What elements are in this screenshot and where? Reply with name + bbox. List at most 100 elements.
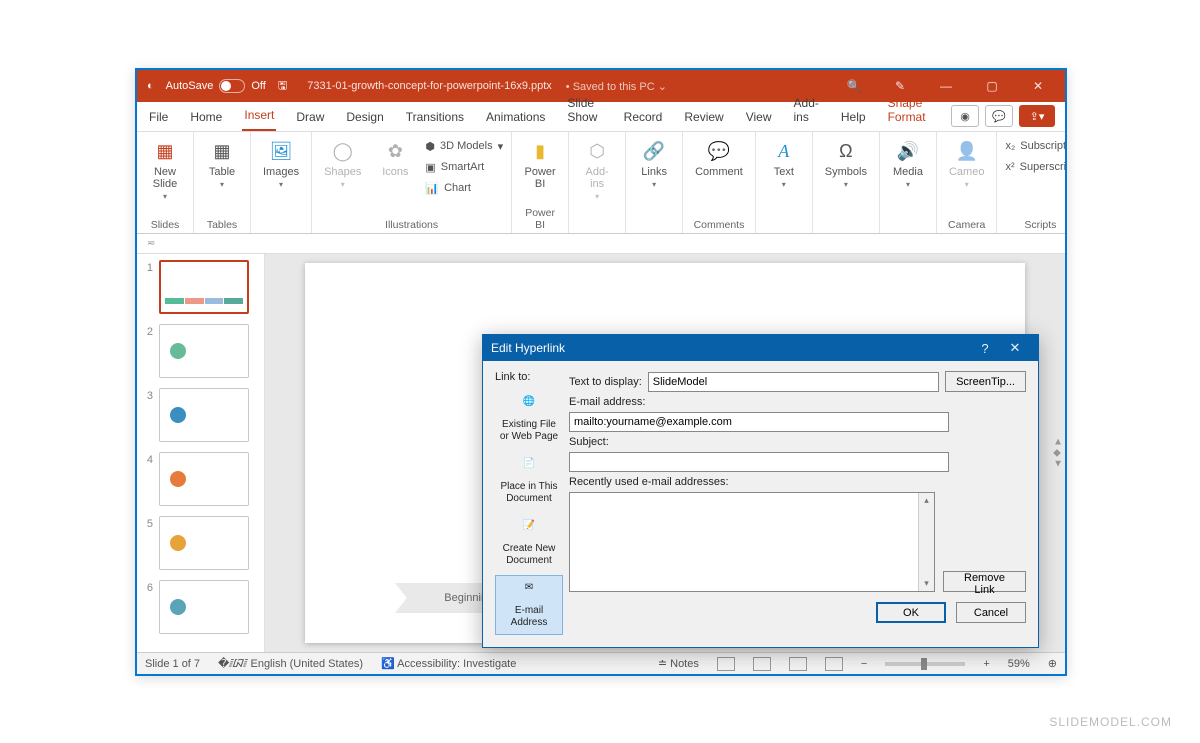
text-button[interactable]: AText▾ bbox=[764, 136, 804, 191]
table-icon: ▦ bbox=[209, 138, 235, 164]
group-label-addins-empty bbox=[577, 229, 617, 231]
remove-link-button[interactable]: Remove Link bbox=[943, 571, 1026, 592]
icons-button[interactable]: ✿Icons bbox=[375, 136, 415, 180]
symbols-button[interactable]: ΩSymbols▾ bbox=[821, 136, 871, 191]
tab-animations[interactable]: Animations bbox=[484, 104, 547, 131]
new-slide-icon: ▦ bbox=[152, 138, 178, 164]
tab-design[interactable]: Design bbox=[344, 104, 385, 131]
thumbnail-2[interactable]: 2 bbox=[143, 324, 264, 378]
tab-slideshow[interactable]: Slide Show bbox=[565, 90, 603, 131]
cancel-button[interactable]: Cancel bbox=[956, 602, 1026, 623]
linkto-create-new[interactable]: 📝Create New Document bbox=[495, 513, 563, 573]
chart-button[interactable]: 📊Chart bbox=[425, 178, 503, 198]
zoom-out-icon[interactable]: − bbox=[861, 658, 867, 670]
smartart-button[interactable]: ▣SmartArt bbox=[425, 157, 503, 177]
tab-review[interactable]: Review bbox=[682, 104, 725, 131]
tab-draw[interactable]: Draw bbox=[294, 104, 326, 131]
tab-addins[interactable]: Add-ins bbox=[792, 90, 821, 131]
subscript-button[interactable]: x₂ Subscript bbox=[1005, 136, 1065, 156]
thumbnail-3[interactable]: 3 bbox=[143, 388, 264, 442]
superscript-button[interactable]: x² Superscript bbox=[1005, 157, 1065, 177]
thumbnail-6[interactable]: 6 bbox=[143, 580, 264, 634]
accessibility-status[interactable]: ♿ Accessibility: Investigate bbox=[381, 657, 516, 670]
maximize-icon[interactable]: ▢ bbox=[975, 70, 1009, 102]
canvas-scroll-arrows[interactable]: ▲◆▼ bbox=[1053, 437, 1063, 470]
group-label-links-empty bbox=[634, 229, 674, 231]
dialog-close-icon[interactable]: ✕ bbox=[1000, 340, 1030, 356]
menu-bar: File Home Insert Draw Design Transitions… bbox=[137, 102, 1065, 132]
watermark: SLIDEMODEL.COM bbox=[1049, 715, 1172, 729]
table-button[interactable]: ▦Table▾ bbox=[202, 136, 242, 191]
normal-view-icon[interactable] bbox=[717, 657, 735, 671]
autosave-label: AutoSave bbox=[166, 80, 214, 92]
group-label-symbols-empty bbox=[821, 229, 871, 231]
subject-input[interactable] bbox=[569, 452, 949, 472]
linkto-existing-file[interactable]: 🌐Existing File or Web Page bbox=[495, 389, 563, 449]
minimize-icon[interactable]: — bbox=[929, 70, 963, 102]
powerbi-button[interactable]: ▮Power BI bbox=[520, 136, 560, 192]
toggle-icon[interactable] bbox=[219, 79, 245, 93]
dialog-help-icon[interactable]: ? bbox=[970, 341, 1000, 356]
tab-file[interactable]: File bbox=[147, 104, 170, 131]
comment-icon: 💬 bbox=[706, 138, 732, 164]
close-icon[interactable]: ✕ bbox=[1021, 70, 1055, 102]
zoom-value[interactable]: 59% bbox=[1008, 658, 1030, 670]
smartart-icon: ▣ bbox=[425, 161, 435, 174]
addins-button[interactable]: ⬡Add- ins▾ bbox=[577, 136, 617, 203]
tab-view[interactable]: View bbox=[744, 104, 774, 131]
thumbnail-4[interactable]: 4 bbox=[143, 452, 264, 506]
group-label-powerbi: Power BI bbox=[520, 205, 560, 231]
new-document-icon: 📝 bbox=[519, 520, 539, 540]
save-icon[interactable]: 🖫 bbox=[278, 77, 287, 96]
tab-insert[interactable]: Insert bbox=[242, 102, 276, 131]
tab-help[interactable]: Help bbox=[839, 104, 868, 131]
linkto-place-in-document[interactable]: 📄Place in This Document bbox=[495, 451, 563, 511]
new-slide-button[interactable]: ▦New Slide▾ bbox=[145, 136, 185, 203]
linkto-label: Link to: bbox=[495, 371, 530, 383]
tab-transitions[interactable]: Transitions bbox=[404, 104, 466, 131]
search-icon[interactable]: 🔍 bbox=[837, 70, 871, 102]
3d-models-button[interactable]: ⬢3D Models ▾ bbox=[425, 136, 503, 156]
ok-button[interactable]: OK bbox=[876, 602, 946, 623]
screentip-button[interactable]: ScreenTip... bbox=[945, 371, 1026, 392]
thumbnail-5[interactable]: 5 bbox=[143, 516, 264, 570]
dialog-title: Edit Hyperlink bbox=[491, 341, 565, 355]
language-status[interactable]: �᳇ English (United States) bbox=[218, 656, 363, 672]
thumbnail-1[interactable]: 1 bbox=[143, 260, 264, 314]
share-button[interactable]: ⇪▾ bbox=[1019, 105, 1055, 127]
images-button[interactable]: 🖼Images▾ bbox=[259, 136, 303, 191]
email-address-input[interactable] bbox=[569, 412, 949, 432]
dialog-titlebar[interactable]: Edit Hyperlink ? ✕ bbox=[483, 335, 1038, 361]
comments-pane-button[interactable]: 💬 bbox=[985, 105, 1013, 127]
zoom-slider[interactable] bbox=[885, 662, 965, 666]
slideshow-view-icon[interactable] bbox=[825, 657, 843, 671]
shapes-button[interactable]: ◯Shapes▾ bbox=[320, 136, 365, 191]
tab-home[interactable]: Home bbox=[188, 104, 224, 131]
subject-label: Subject: bbox=[569, 436, 1026, 448]
app-icon: ◐ bbox=[147, 80, 154, 92]
notes-button[interactable]: ≐ Notes bbox=[658, 657, 699, 670]
listbox-scrollbar[interactable]: ▴▾ bbox=[918, 493, 934, 591]
tab-record[interactable]: Record bbox=[622, 104, 665, 131]
media-icon: 🔊 bbox=[895, 138, 921, 164]
autosave-toggle[interactable]: AutoSave Off bbox=[166, 79, 266, 93]
chart-icon: 📊 bbox=[425, 182, 439, 195]
reading-view-icon[interactable] bbox=[789, 657, 807, 671]
fit-to-window-icon[interactable]: ⊕ bbox=[1048, 657, 1057, 670]
group-label-slides: Slides bbox=[145, 217, 185, 231]
record-button[interactable]: ◉ bbox=[951, 105, 979, 127]
text-to-display-input[interactable] bbox=[648, 372, 939, 392]
recent-emails-list[interactable]: ▴▾ bbox=[569, 492, 935, 592]
status-bar: Slide 1 of 7 �᳇ English (United States) … bbox=[137, 652, 1065, 674]
linkto-email-address[interactable]: ✉E-mail Address bbox=[495, 575, 563, 635]
cameo-button[interactable]: 👤Cameo▾ bbox=[945, 136, 988, 191]
slide-counter[interactable]: Slide 1 of 7 bbox=[145, 658, 200, 670]
links-button[interactable]: 🔗Links▾ bbox=[634, 136, 674, 191]
zoom-in-icon[interactable]: + bbox=[983, 658, 989, 670]
sorter-view-icon[interactable] bbox=[753, 657, 771, 671]
comment-button[interactable]: 💬Comment bbox=[691, 136, 747, 180]
media-button[interactable]: 🔊Media▾ bbox=[888, 136, 928, 191]
tab-shape-format[interactable]: Shape Format bbox=[886, 90, 933, 131]
quick-access-row: ≂ bbox=[137, 234, 1065, 254]
document-title[interactable]: 7331-01-growth-concept-for-powerpoint-16… bbox=[307, 80, 552, 92]
